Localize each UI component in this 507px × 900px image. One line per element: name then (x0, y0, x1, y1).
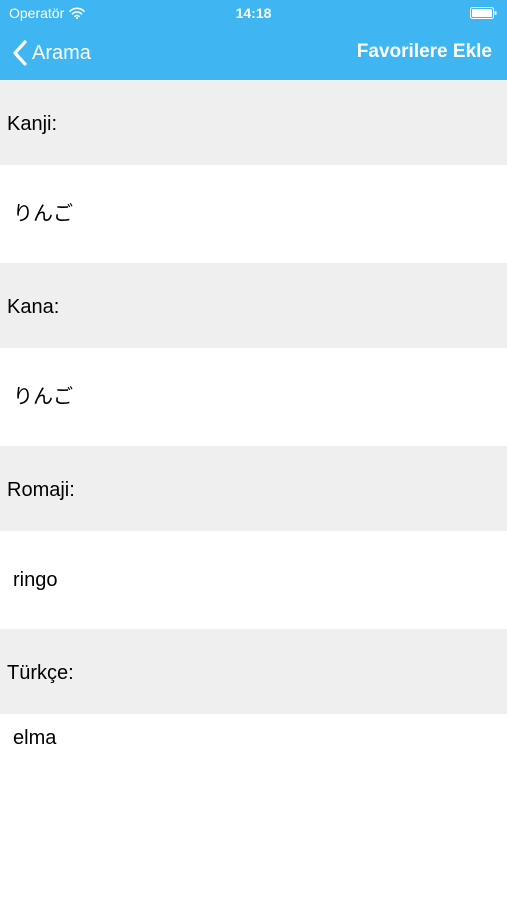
romaji-label: Romaji: (7, 479, 75, 501)
kana-label: Kana: (7, 296, 60, 318)
kana-value-row: りんご (0, 348, 507, 446)
top-bar: Operatör 14:18 Arama Favorilere Ekle (0, 0, 507, 80)
kanji-value-row: りんご (0, 165, 507, 263)
back-button-label: Arama (32, 42, 91, 64)
romaji-value-row: ringo (0, 531, 507, 629)
kana-header: Kana: (0, 263, 507, 348)
navigation-bar: Arama Favorilere Ekle (0, 26, 507, 80)
back-button[interactable]: Arama (12, 39, 91, 67)
kanji-value: りんご (13, 203, 73, 225)
kanji-header: Kanji: (0, 80, 507, 165)
turkce-value-row: elma (0, 714, 507, 900)
romaji-header: Romaji: (0, 446, 507, 531)
kana-value: りんご (13, 386, 73, 408)
chevron-left-icon (13, 40, 27, 66)
battery-icon (470, 7, 497, 19)
status-bar: Operatör 14:18 (0, 0, 507, 26)
turkce-label: Türkçe: (7, 662, 74, 684)
romaji-value: ringo (13, 569, 58, 591)
turkce-value: elma (13, 727, 57, 749)
add-to-favorites-button[interactable]: Favorilere Ekle (357, 39, 492, 65)
status-time: 14:18 (235, 5, 272, 21)
turkce-header: Türkçe: (0, 629, 507, 714)
kanji-label: Kanji: (7, 113, 58, 135)
